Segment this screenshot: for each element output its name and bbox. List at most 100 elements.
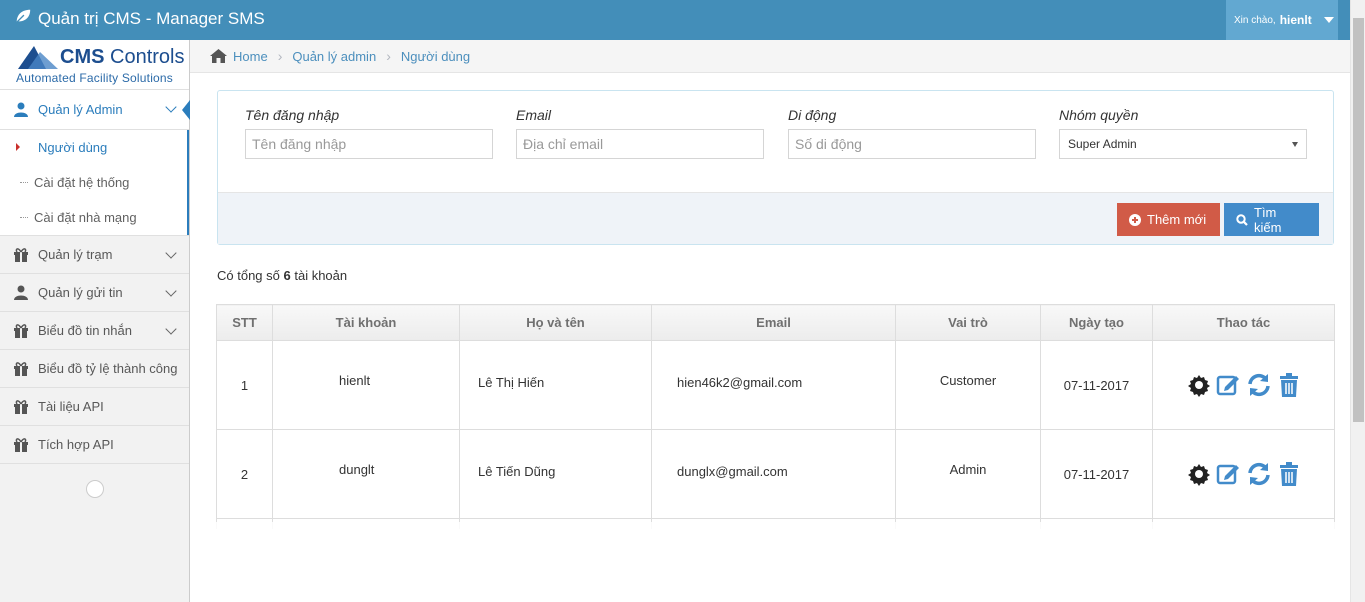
- cms-logo-mark-icon: [18, 46, 58, 69]
- phone-label: Di động: [788, 107, 837, 123]
- sidebar-item-label: Tích hợp API: [38, 437, 114, 452]
- settings-icon[interactable]: [1186, 372, 1212, 398]
- table-row[interactable]: 1 hienlt Lê Thị Hiến hien46k2@gmail.com Cust…: [216, 340, 1335, 430]
- gift-icon: [12, 323, 30, 339]
- sidebar-item-label: Quản lý trạm: [38, 247, 113, 262]
- column-header-created[interactable]: Ngày tạo: [1040, 304, 1153, 341]
- sidebar-item-4[interactable]: Tài liệu API: [0, 388, 189, 426]
- settings-icon[interactable]: [1186, 461, 1212, 487]
- group-select[interactable]: Super Admin: [1059, 129, 1307, 159]
- gift-icon: [12, 247, 30, 263]
- breadcrumb-separator-icon: ›: [277, 48, 283, 64]
- submenu-item-carrier-settings[interactable]: Cài đặt nhà mạng: [0, 200, 189, 235]
- cell-stt: 1: [216, 340, 273, 430]
- company-logo: CMS Controls Automated Facility Solution…: [0, 40, 189, 90]
- chevron-down-icon: [165, 101, 177, 113]
- breadcrumb-admin[interactable]: Quản lý admin: [292, 49, 376, 64]
- username-filter: Tên đăng nhập: [245, 107, 493, 159]
- gift-icon: [12, 399, 30, 415]
- sidebar: CMS Controls Automated Facility Solution…: [0, 40, 190, 602]
- sidebar-item-label: Quản lý gửi tin: [38, 285, 123, 300]
- refresh-icon[interactable]: [1246, 461, 1272, 487]
- phone-filter: Di động: [788, 107, 1036, 159]
- plus-circle-icon: [1129, 213, 1141, 226]
- sidebar-item-5[interactable]: Tích hợp API: [0, 426, 189, 464]
- search-icon: [1236, 213, 1248, 226]
- users-table: STT Tài khoản Họ và tên Email Vai trò Ng…: [216, 304, 1335, 529]
- gift-icon: [12, 361, 30, 377]
- cell-actions: [1152, 429, 1335, 519]
- cell-actions: [1152, 340, 1335, 430]
- sidebar-item-3[interactable]: Biểu đồ tỷ lệ thành công: [0, 350, 189, 388]
- column-header-account[interactable]: Tài khoản: [272, 304, 460, 341]
- edit-icon[interactable]: [1216, 372, 1242, 398]
- group-label: Nhóm quyền: [1059, 107, 1139, 123]
- add-new-button[interactable]: Thêm mới: [1117, 203, 1220, 236]
- panel-footer: Thêm mới Tìm kiếm: [218, 192, 1333, 244]
- account-summary: Có tổng số 6 tài khoản: [217, 268, 348, 283]
- sidebar-item-label: Tài liệu API: [38, 399, 104, 414]
- cell-email: hien46k2@gmail.com: [651, 340, 896, 430]
- sidebar-item-2[interactable]: Biểu đồ tin nhắn: [0, 312, 189, 350]
- group-select-value: Super Admin: [1068, 137, 1137, 151]
- cell-stt: 2: [216, 429, 273, 519]
- top-navbar: Quản trị CMS - Manager SMS Xin chào, hie…: [0, 0, 1350, 40]
- table-row[interactable]: 2 dunglt Lê Tiến Dũng dunglx@gmail.com Admin…: [216, 429, 1335, 519]
- breadcrumb: Home › Quản lý admin › Người dùng: [190, 40, 1350, 73]
- username-input[interactable]: [245, 129, 493, 159]
- vertical-scrollbar[interactable]: [1350, 0, 1365, 602]
- trash-icon[interactable]: [1276, 461, 1302, 487]
- cell-created: 07-11-2017: [1040, 429, 1153, 519]
- submenu-item-system-settings[interactable]: Cài đặt hệ thống: [0, 165, 189, 200]
- caret-down-icon: [1323, 17, 1334, 23]
- chevron-down-icon: [165, 285, 177, 297]
- search-panel: Tên đăng nhập Email Di động Nhóm quyền S…: [217, 90, 1334, 245]
- submenu-item-users[interactable]: Người dùng: [0, 130, 189, 165]
- app-brand[interactable]: Quản trị CMS - Manager SMS: [14, 7, 265, 30]
- cell-role: Admin: [895, 429, 1041, 519]
- column-header-role[interactable]: Vai trò: [895, 304, 1041, 341]
- sidebar-item-label: Quản lý Admin: [38, 102, 123, 117]
- user-icon: [12, 285, 30, 301]
- cell-fullname: Lê Tiến Dũng: [459, 429, 652, 519]
- cell-fullname: Lê Thị Hiến: [459, 340, 652, 430]
- email-filter: Email: [516, 107, 764, 159]
- group-filter: Nhóm quyền Super Admin: [1059, 107, 1307, 159]
- scrollbar-thumb[interactable]: [1353, 18, 1364, 422]
- cell-account: dunglt: [272, 429, 460, 519]
- trash-icon[interactable]: [1276, 372, 1302, 398]
- cell-role: Customer: [895, 340, 1041, 430]
- chevron-down-icon: [165, 323, 177, 335]
- cell-email: dunglx@gmail.com: [651, 429, 896, 519]
- greeting-text: Xin chào,: [1234, 14, 1276, 26]
- admin-submenu: Người dùng Cài đặt hệ thống Cài đặt nhà …: [0, 130, 189, 236]
- column-header-stt[interactable]: STT: [216, 304, 273, 341]
- sidebar-item-0[interactable]: Quản lý trạm: [0, 236, 189, 274]
- edit-icon[interactable]: [1216, 461, 1242, 487]
- sidebar-item-1[interactable]: Quản lý gửi tin: [0, 274, 189, 312]
- refresh-icon[interactable]: [1246, 372, 1272, 398]
- breadcrumb-home[interactable]: Home: [233, 49, 268, 64]
- column-header-actions: Thao tác: [1152, 304, 1335, 341]
- cell-account: hienlt: [272, 340, 460, 430]
- logo-text: CMS Controls: [60, 46, 185, 68]
- logo-tagline: Automated Facility Solutions: [16, 71, 174, 85]
- column-header-email[interactable]: Email: [651, 304, 896, 341]
- chevron-down-icon: [165, 247, 177, 259]
- phone-input[interactable]: [788, 129, 1036, 159]
- gift-icon: [12, 437, 30, 453]
- sidebar-item-admin[interactable]: Quản lý Admin: [0, 90, 190, 130]
- email-input[interactable]: [516, 129, 764, 159]
- home-icon: [210, 49, 227, 63]
- breadcrumb-separator-icon: ›: [386, 48, 391, 64]
- user-menu[interactable]: Xin chào, hienlt: [1226, 0, 1338, 40]
- search-button[interactable]: Tìm kiếm: [1224, 203, 1319, 236]
- breadcrumb-current: Người dùng: [400, 48, 471, 64]
- username-label: Tên đăng nhập: [245, 107, 340, 123]
- app-title: Quản trị CMS - Manager SMS: [38, 8, 265, 28]
- sidebar-collapse-button[interactable]: [86, 480, 104, 498]
- sidebar-item-label: Biểu đồ tỷ lệ thành công: [38, 361, 178, 376]
- column-header-fullname[interactable]: Họ và tên: [459, 304, 652, 341]
- sidebar-item-label: Biểu đồ tin nhắn: [38, 323, 132, 338]
- table-header-row: STT Tài khoản Họ và tên Email Vai trò Ng…: [216, 304, 1335, 341]
